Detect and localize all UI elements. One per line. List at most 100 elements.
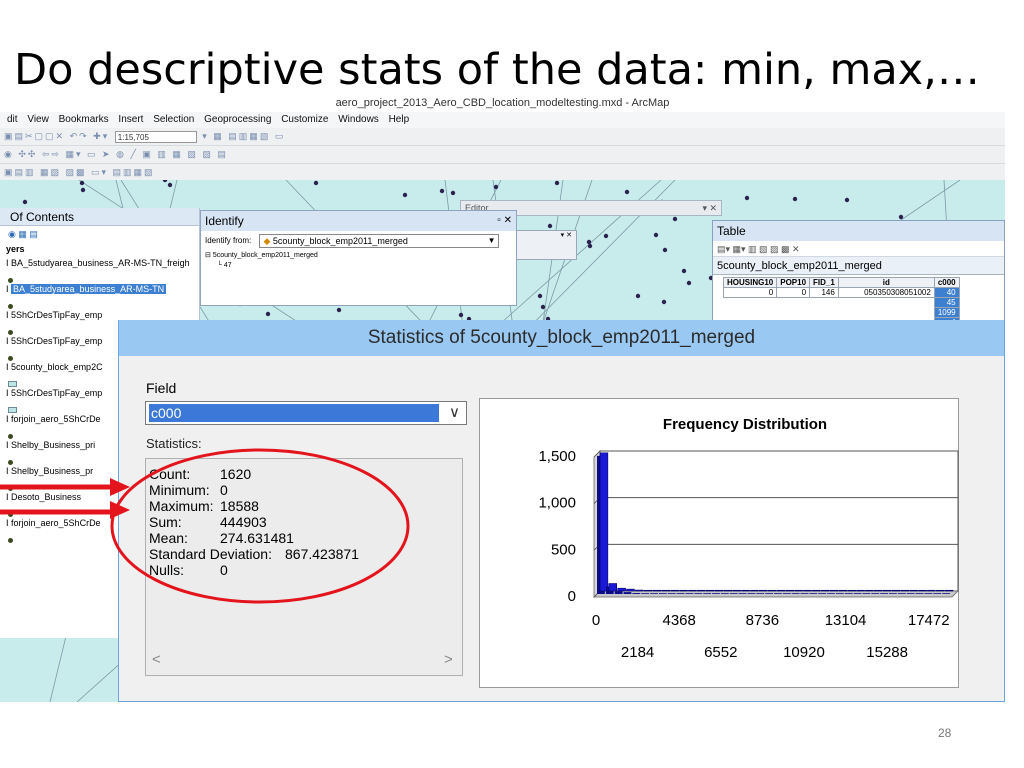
toc-layer-item[interactable]: I BA_5studyarea_business_AR-MS-TN_freigh	[0, 256, 199, 270]
table-row[interactable]: 0 0 146 050350308051002 40	[722, 287, 960, 298]
tools-icons[interactable]: ◉ ✣✣ ⇦⇨ ▦▾ ▭ ➤ ◍ ╱ ▣ ▥ ▦ ▧ ▨ ▤	[4, 149, 228, 159]
toc-layer-label: 5ShCrDesTipFay_emp	[11, 388, 103, 398]
table-cell[interactable]: 0	[722, 287, 778, 298]
map-point	[586, 239, 592, 245]
menu-view[interactable]: View	[27, 114, 49, 125]
identify-titlebar: Identify ▫ ✕	[201, 211, 516, 231]
menu-insert[interactable]: Insert	[118, 114, 143, 125]
table-row[interactable]: 1099	[724, 307, 960, 318]
scroll-left-icon[interactable]: <	[152, 651, 161, 668]
map-point	[672, 216, 678, 222]
x-tick-label: 4368	[662, 612, 695, 629]
tools-toolbar[interactable]: ◉ ✣✣ ⇦⇨ ▦▾ ▭ ➤ ◍ ╱ ▣ ▥ ▦ ▧ ▨ ▤	[0, 146, 1005, 164]
window-controls-icon[interactable]: ▫ ✕	[497, 211, 512, 231]
menu-selection[interactable]: Selection	[153, 114, 194, 125]
table-cell[interactable]: 45	[933, 297, 960, 308]
bar	[626, 588, 635, 592]
toc-layer-label: Desoto_Business	[11, 492, 82, 502]
menu-customize[interactable]: Customize	[281, 114, 328, 125]
bar-shadow	[712, 593, 720, 594]
scroll-right-icon[interactable]: >	[444, 651, 453, 668]
map-point	[744, 195, 750, 201]
menu-help[interactable]: Help	[389, 114, 410, 125]
table-toolbar[interactable]: ▤▾ ▦▾ ▥ ▧ ▨ ▩ ✕	[713, 241, 1004, 257]
menu-edit[interactable]: dit	[7, 114, 18, 125]
map-point	[162, 177, 168, 183]
bar	[767, 589, 777, 592]
map-point	[167, 182, 173, 188]
floating-mini-toolbar[interactable]: ▾ ✕	[515, 230, 577, 260]
table-row[interactable]: 45	[724, 297, 960, 308]
bar	[714, 589, 724, 592]
bar-shadow	[889, 593, 897, 594]
column-header[interactable]: HOUSING10	[722, 277, 778, 288]
bar-shadow	[800, 593, 809, 594]
bar-shadow	[835, 593, 844, 594]
map-point	[662, 247, 668, 253]
map-point	[587, 243, 593, 249]
slide-title: Do descriptive stats of the data: min, m…	[14, 45, 980, 95]
bar	[705, 589, 715, 592]
bar-shadow	[827, 593, 835, 594]
menu-windows[interactable]: Windows	[338, 114, 379, 125]
table-cell[interactable]: 40	[933, 287, 960, 298]
arcmap-menubar: dit View Bookmarks Insert Selection Geop…	[0, 112, 1005, 128]
identify-tree-root[interactable]: ⊟ 5county_block_emp2011_merged	[205, 251, 516, 261]
toc-layer-label: Shelby_Business_pr	[11, 466, 94, 476]
table-cell[interactable]: 146	[809, 287, 839, 298]
toc-layer-label: 5ShCrDesTipFay_emp	[11, 336, 103, 346]
standard-toolbar[interactable]: ▣▤✂▢▢✕ ↶↷ ✚▾ 1:15,705 ▾ ▦ ▤▥▦▧ ▭	[0, 128, 1005, 146]
plot-area	[599, 450, 959, 592]
column-header[interactable]: FID_1	[809, 277, 839, 288]
chevron-down-icon[interactable]: ▼	[488, 235, 496, 247]
identify-window[interactable]: Identify ▫ ✕ Identify from: ◆ 5county_bl…	[200, 210, 517, 306]
map-scale-input[interactable]: 1:15,705	[114, 130, 197, 143]
x-tick-label: 2184	[621, 644, 654, 661]
editor-icons[interactable]: ▣▤▥ ▦▧ ▨▩ ▭▾ ▤▥▦▧	[4, 167, 155, 177]
x-tick-label: 13104	[825, 612, 867, 629]
frequency-distribution-chart: Frequency Distribution 0 500 1,000 1,500 0 436…	[538, 416, 959, 661]
column-header[interactable]: id	[837, 277, 935, 288]
identify-from-row: Identify from: ◆ 5county_block_emp2011_m…	[201, 231, 516, 251]
y-tick-label: 0	[568, 588, 576, 605]
map-point	[635, 293, 641, 299]
stat-standard-deviation: Standard Deviation: 867.423871	[149, 546, 359, 562]
bar	[741, 589, 750, 592]
identify-from-select[interactable]: ◆ 5county_block_emp2011_merged ▼	[259, 233, 500, 248]
toc-layer-label: 5county_block_emp2C	[11, 362, 103, 372]
toc-layer-item[interactable]: I BA_5studyarea_business_AR-MS-TN	[0, 282, 199, 296]
close-icon[interactable]: ▾ ✕	[516, 231, 576, 239]
close-icon[interactable]: ▾ ✕	[702, 201, 717, 215]
toc-layer-label: Shelby_Business_pri	[11, 440, 96, 450]
map-point	[624, 189, 630, 195]
table-cell[interactable]: 0	[776, 287, 811, 298]
identify-tree-child[interactable]: └ 47	[205, 261, 516, 271]
x-tick-label: 15288	[866, 644, 908, 661]
identify-tree[interactable]: ⊟ 5county_block_emp2011_merged └ 47	[201, 251, 516, 271]
x-tick-label: 6552	[704, 644, 737, 661]
table-cell[interactable]: 1099	[933, 307, 960, 318]
map-point	[653, 232, 659, 238]
map-point	[792, 196, 798, 202]
toolbar-icons[interactable]: ▣▤✂▢▢✕ ↶↷ ✚▾	[4, 131, 109, 141]
table-cell[interactable]: 050350308051002	[837, 287, 935, 298]
layer-icon: ◆	[263, 235, 271, 246]
menu-bookmarks[interactable]: Bookmarks	[59, 114, 109, 125]
bar-shadow	[694, 593, 703, 594]
bar	[679, 589, 688, 592]
toc-layer-label: 5ShCrDesTipFay_emp	[11, 310, 103, 320]
statistics-dialog[interactable]: Statistics of 5county_block_emp2011_merg…	[118, 320, 1005, 702]
map-point	[336, 307, 342, 313]
chevron-down-icon[interactable]: ∨	[449, 403, 460, 421]
field-select[interactable]: c000 ∨	[145, 401, 467, 425]
toc-toolbar-icons[interactable]: ◉ ▦ ▤	[0, 226, 199, 242]
column-header[interactable]: POP10	[776, 277, 811, 288]
bar	[812, 589, 821, 592]
bar	[847, 589, 856, 592]
menu-geoprocessing[interactable]: Geoprocessing	[204, 114, 271, 125]
bar-shadow	[871, 593, 880, 594]
map-point	[313, 180, 319, 186]
column-header[interactable]: c000	[933, 277, 960, 288]
bar	[670, 589, 679, 592]
toolbar-icons-2[interactable]: ▾ ▦ ▤▥▦▧ ▭	[202, 131, 285, 141]
